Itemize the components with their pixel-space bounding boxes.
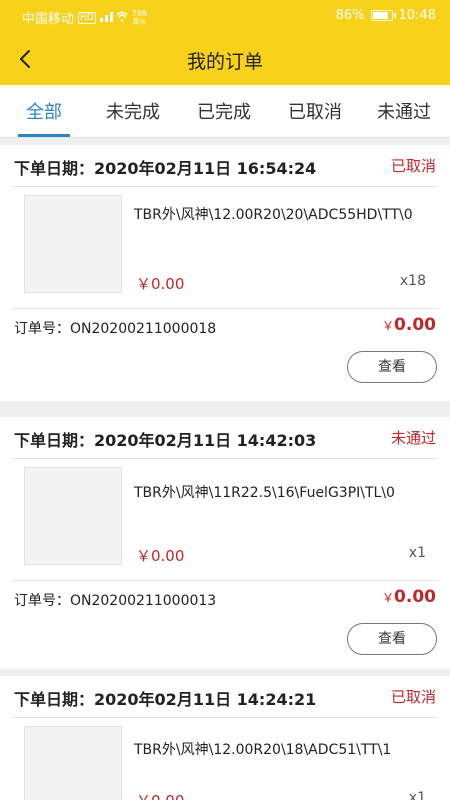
order-date: 下单日期：2020年02月11日 14:24:21 [14, 690, 317, 709]
product-quantity: x1 [408, 790, 426, 800]
product-quantity: x1 [408, 545, 426, 561]
tab-completed[interactable]: 已完成 [197, 98, 251, 124]
page-title: 我的订单 [186, 51, 263, 73]
status-bar: 中国移动 HD 798 B/s 86% 10:48 [0, 0, 450, 33]
order-card: 下单日期：2020年02月11日 16:54:24 已取消 TBR外\风神\12… [0, 145, 450, 401]
order-card-header: 下单日期：2020年02月11日 14:24:21 已取消 [12, 676, 438, 718]
product-name: TBR外\风神\12.00R20\20\ADC55HD\TT\0 [134, 207, 413, 223]
order-date: 下单日期：2020年02月11日 14:42:03 [14, 431, 317, 450]
order-card-header: 下单日期：2020年02月11日 14:42:03 未通过 [12, 417, 438, 459]
tab-incomplete[interactable]: 未完成 [106, 98, 160, 124]
tab-cancelled[interactable]: 已取消 [288, 98, 342, 124]
product-thumbnail[interactable] [24, 195, 122, 293]
tab-rejected[interactable]: 未通过 [377, 98, 431, 124]
battery-percent: 86% [335, 8, 365, 23]
divider [12, 580, 438, 581]
order-card: 下单日期：2020年02月11日 14:42:03 未通过 TBR外\风神\11… [0, 417, 450, 669]
product-thumbnail[interactable] [24, 726, 122, 800]
view-order-button[interactable]: 查看 [347, 623, 437, 655]
divider [12, 308, 438, 309]
order-total: ￥0.00 [382, 315, 436, 335]
battery-icon [370, 10, 396, 21]
product-name: TBR外\风神\12.00R20\18\ADC51\TT\1 [134, 742, 392, 758]
signal-icon [99, 10, 128, 26]
view-order-button[interactable]: 查看 [347, 351, 437, 383]
network-speed: 798 B/s [131, 8, 147, 26]
app-header: 我的订单 [0, 33, 450, 85]
product-price: ￥0.00 [136, 275, 185, 293]
product-thumbnail[interactable] [24, 467, 122, 565]
product-name: TBR外\风神\11R22.5\16\FuelG3PI\TL\0 [134, 485, 395, 501]
order-number: 订单号：ON20200211000018 [14, 321, 217, 337]
hd-badge: HD [78, 11, 96, 24]
tab-indicator [18, 134, 70, 137]
product-price: ￥0.00 [136, 547, 185, 565]
order-total: ￥0.00 [382, 587, 436, 607]
order-card-header: 下单日期：2020年02月11日 16:54:24 已取消 [12, 145, 438, 187]
order-card: 下单日期：2020年02月11日 14:24:21 已取消 TBR外\风神\12… [0, 676, 450, 800]
order-number: 订单号：ON20200211000013 [14, 593, 217, 609]
order-date: 下单日期：2020年02月11日 16:54:24 [14, 159, 317, 178]
order-tabs: 全部 未完成 已完成 已取消 未通过 [0, 85, 450, 138]
carrier-label: 中国移动 [22, 12, 75, 27]
clock: 10:48 [398, 8, 436, 23]
product-quantity: x18 [399, 273, 426, 289]
order-status: 已取消 [390, 157, 436, 175]
order-status: 已取消 [390, 688, 436, 706]
product-price: ￥0.00 [136, 790, 184, 800]
order-status: 未通过 [390, 429, 436, 447]
tab-all[interactable]: 全部 [26, 98, 62, 124]
